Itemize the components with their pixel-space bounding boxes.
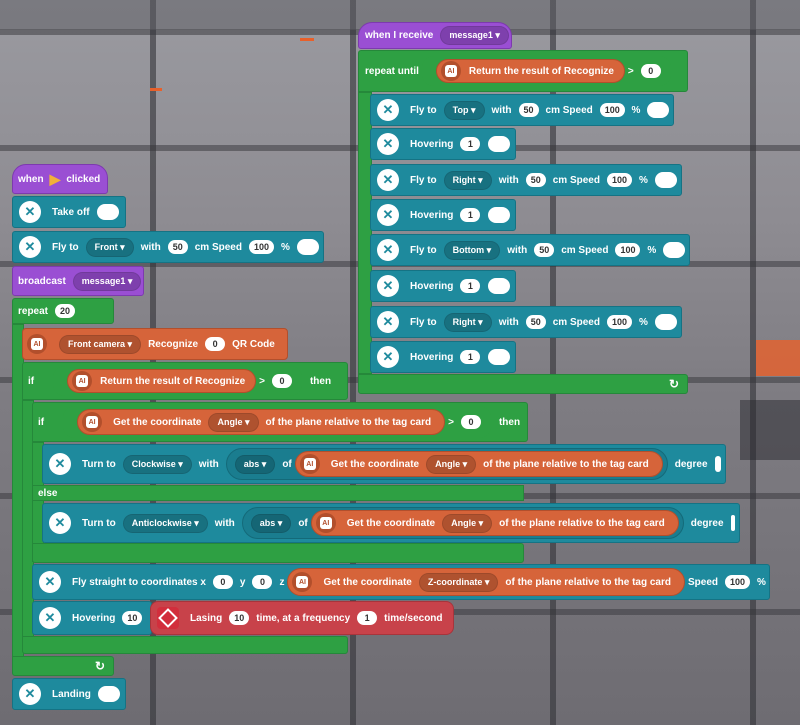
get-coordinate-reporter[interactable]: AI Get the coordinate Angle of the plane…: [294, 451, 663, 477]
if-else-block-inner[interactable]: if AI Get the coordinate Angle of the pl…: [32, 402, 528, 442]
repeat-block[interactable]: repeat 20: [12, 298, 114, 324]
message-dropdown[interactable]: message1: [72, 271, 142, 291]
recognize-result-reporter[interactable]: AI Return the result of Recognize: [435, 59, 625, 83]
floor-stripe: [756, 340, 800, 376]
fly-to-front-block[interactable]: ✕ Fly to Front with 50 cm Speed 100 %: [12, 231, 324, 263]
turn-anticlockwise-block[interactable]: ✕ Turn to Anticlockwise with abs of AI G…: [42, 503, 740, 543]
front-camera-recognize-block[interactable]: AI Front camera Recognize 0 QR Code: [22, 328, 288, 360]
loop-arrow-icon: ↻: [94, 659, 105, 673]
floor-stripe: [150, 88, 162, 91]
if-block-outer[interactable]: if AI Return the result of Recognize > 0…: [22, 362, 348, 400]
message-dropdown[interactable]: message1: [440, 26, 509, 45]
hovering-block[interactable]: ✕ Hovering 1: [370, 128, 516, 160]
greater-than-operator[interactable]: AI Return the result of Recognize > 0: [421, 56, 671, 86]
loop-arrow-icon: ↻: [668, 377, 679, 391]
fly-to-right-block[interactable]: ✕ Fly to Right with 50 cm Speed 100 %: [370, 164, 682, 196]
drone-icon: ✕: [49, 512, 71, 534]
fly-straight-block[interactable]: ✕ Fly straight to coordinates x 0 y 0 z …: [32, 564, 770, 600]
turn-clockwise-block[interactable]: ✕ Turn to Clockwise with abs of AI Get t…: [42, 444, 726, 484]
hovering-block[interactable]: ✕ Hovering 1: [370, 270, 516, 302]
else-divider: else: [32, 485, 524, 501]
if-footer: [22, 636, 348, 654]
drone-icon: ✕: [377, 275, 399, 297]
boolean-slot[interactable]: [714, 456, 721, 472]
drone-icon: ✕: [377, 346, 399, 368]
drone-icon: ✕: [377, 204, 399, 226]
ai-icon: AI: [315, 513, 336, 533]
fly-to-top-block[interactable]: ✕ Fly to Top with 50 cm Speed 100 %: [370, 94, 674, 126]
drone-icon: ✕: [39, 607, 61, 629]
repeat-footer: ↻: [12, 656, 114, 676]
boolean-slot[interactable]: [97, 686, 120, 702]
drone-icon: ✕: [39, 571, 61, 593]
broadcast-block[interactable]: broadcast message1: [12, 266, 144, 296]
laser-icon: [157, 607, 179, 629]
drone-icon: ✕: [377, 133, 399, 155]
if-else-footer: [32, 543, 524, 563]
drone-icon: ✕: [19, 683, 41, 705]
drone-icon: ✕: [377, 99, 399, 121]
flag-icon: ▶: [49, 170, 61, 187]
get-coordinate-reporter[interactable]: AI Get the coordinate Z-coordinate of th…: [287, 568, 685, 596]
greater-than-operator[interactable]: AI Get the coordinate Angle of the plane…: [63, 406, 491, 438]
landing-block[interactable]: ✕ Landing: [12, 678, 126, 710]
boolean-slot[interactable]: [647, 102, 669, 118]
boolean-slot[interactable]: [488, 207, 511, 223]
fly-to-right-block[interactable]: ✕ Fly to Right with 50 cm Speed 100 %: [370, 306, 682, 338]
repeat-until-footer: ↻: [358, 374, 688, 394]
when-flag-clicked-hat[interactable]: when ▶ clicked: [12, 164, 108, 194]
take-off-block[interactable]: ✕ Take off: [12, 196, 126, 228]
abs-operator[interactable]: abs of AI Get the coordinate Angle of th…: [225, 448, 668, 480]
drone-icon: ✕: [377, 239, 399, 261]
boolean-slot[interactable]: [488, 278, 511, 294]
ai-icon: AI: [27, 334, 47, 354]
hovering-block[interactable]: ✕ Hovering 1: [370, 341, 516, 373]
floor-panel: [740, 400, 800, 460]
drone-icon: ✕: [19, 201, 41, 223]
lasing-block[interactable]: Lasing 10 time, at a frequency 1 time/se…: [150, 601, 454, 635]
drone-icon: ✕: [49, 453, 71, 475]
ai-icon: AI: [299, 454, 320, 474]
when-i-receive-hat[interactable]: when I receive message1: [358, 22, 512, 49]
boolean-slot[interactable]: [730, 515, 735, 531]
ai-icon: AI: [82, 412, 103, 432]
ai-icon: AI: [292, 572, 313, 592]
drone-icon: ✕: [377, 169, 399, 191]
drone-icon: ✕: [377, 311, 399, 333]
boolean-slot[interactable]: [654, 314, 677, 330]
greater-than-operator[interactable]: AI Return the result of Recognize > 0: [53, 366, 302, 396]
drone-icon: ✕: [19, 236, 41, 258]
boolean-slot[interactable]: [663, 242, 685, 258]
workspace-canvas: { "colors": {"motion":"#1e8a9d","control…: [0, 0, 800, 725]
floor-stripe: [300, 38, 314, 41]
abs-operator[interactable]: abs of AI Get the coordinate Angle of th…: [241, 507, 684, 539]
boolean-slot[interactable]: [654, 172, 677, 188]
recognize-result-reporter[interactable]: AI Return the result of Recognize: [67, 369, 257, 393]
hovering-block[interactable]: ✕ Hovering 1: [370, 199, 516, 231]
boolean-slot[interactable]: [488, 136, 511, 152]
ai-icon: AI: [440, 61, 461, 81]
boolean-slot[interactable]: [96, 204, 119, 220]
ai-icon: AI: [72, 371, 93, 391]
hovering-block[interactable]: ✕ Hovering 10: [32, 601, 152, 635]
fly-to-bottom-block[interactable]: ✕ Fly to Bottom with 50 cm Speed 100 %: [370, 234, 690, 266]
boolean-slot[interactable]: [488, 349, 511, 365]
repeat-until-block[interactable]: repeat until AI Return the result of Rec…: [358, 50, 688, 92]
get-coordinate-reporter[interactable]: AI Get the coordinate Angle of the plane…: [77, 409, 446, 435]
get-coordinate-reporter[interactable]: AI Get the coordinate Angle of the plane…: [310, 510, 679, 536]
boolean-slot[interactable]: [296, 239, 319, 255]
